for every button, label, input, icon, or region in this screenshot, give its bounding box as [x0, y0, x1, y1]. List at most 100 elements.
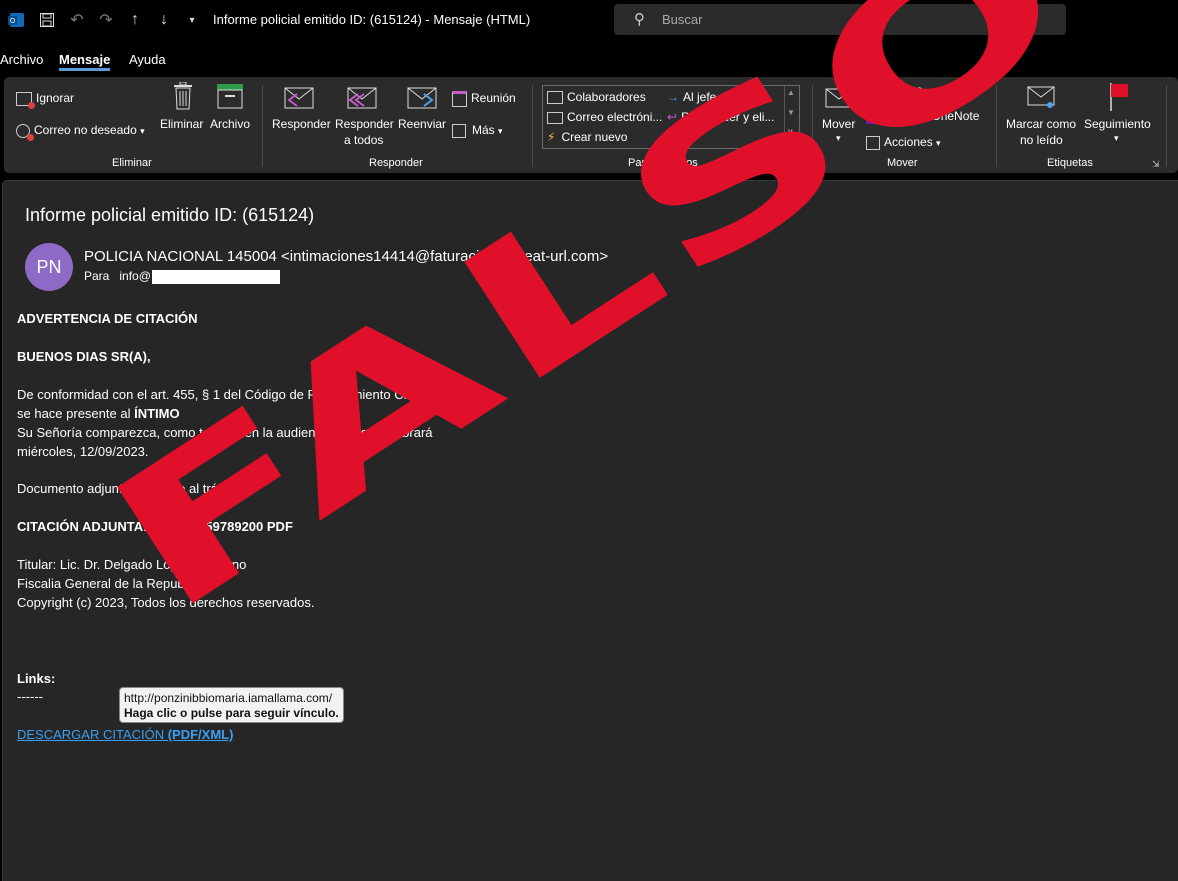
dialog-launcher-icon[interactable]: ⇲ — [1152, 159, 1160, 170]
body-text: De conformidad con el art. 455, § 1 del … — [17, 387, 419, 402]
quick-step-colaboradores[interactable]: Colaboradores — [547, 90, 646, 105]
download-link-text: DESCARGAR CITACIÓN — [17, 727, 168, 742]
quick-step-responder-eliminar[interactable]: ↩ Responder y eli... — [667, 110, 774, 124]
quick-step-al-jefe[interactable]: → Al jefe — [667, 90, 716, 104]
meeting-label: Reunión — [471, 91, 516, 106]
chevron-down-icon[interactable]: ▾ — [836, 133, 841, 144]
divider — [262, 85, 263, 167]
delete-button[interactable]: Eliminar — [160, 117, 203, 131]
quick-step-label: Al jefe — [683, 90, 717, 104]
tab-mensaje[interactable]: Mensaje — [59, 52, 111, 71]
body-heading: ADVERTENCIA DE CITACIÓN — [17, 311, 198, 326]
chevron-down-icon: ▾ — [140, 126, 145, 136]
onenote-button[interactable]: N Enviar a OneNote — [866, 109, 979, 124]
flag-icon[interactable] — [1108, 83, 1130, 114]
quick-step-label: Responder y eli... — [681, 110, 775, 124]
move-button[interactable]: Mover — [822, 117, 855, 131]
arrow-down-icon[interactable]: ↓ — [153, 9, 175, 31]
rules-button[interactable]: Reglas ▾ — [866, 83, 930, 98]
delete-icon[interactable] — [172, 81, 194, 113]
body-text: Su Señoría comparezca, como testigo, en … — [17, 425, 433, 440]
move-icon[interactable] — [824, 81, 854, 112]
link-tooltip: http://ponzinibbiomaria.iamallama.com/ H… — [119, 687, 344, 723]
redo-icon[interactable]: ↷ — [95, 9, 117, 31]
search-box[interactable]: ⚲ Buscar — [614, 4, 1066, 35]
group-mover: Mover — [887, 157, 918, 169]
junk-mail-button[interactable]: Correo no deseado ▾ — [16, 123, 145, 141]
reply-arrow-icon: ↩ — [667, 110, 678, 124]
chevron-down-icon: ▾ — [498, 126, 503, 136]
ignore-button[interactable]: Ignorar — [16, 91, 74, 109]
dialog-launcher-icon[interactable]: ⇲ — [798, 159, 806, 170]
chevron-down-icon[interactable]: ▾ — [1114, 133, 1119, 144]
junk-user-icon — [16, 123, 34, 141]
quick-step-label: Colaboradores — [567, 90, 646, 104]
avatar[interactable]: PN — [25, 243, 73, 291]
download-link-format: (PDF/XML) — [167, 727, 234, 742]
window-title: Informe policial emitido ID: (615124) - … — [213, 12, 531, 27]
meeting-button[interactable]: Reunión — [452, 91, 516, 107]
quick-step-correo[interactable]: Correo electróni... — [547, 110, 662, 124]
arrow-right-icon: → — [667, 90, 679, 104]
message-subject: Informe policial emitido ID: (615124) — [25, 205, 315, 225]
group-etiquetas: Etiquetas — [1047, 157, 1093, 169]
forward-button[interactable]: Reenviar — [398, 117, 446, 131]
actions-icon — [866, 135, 880, 150]
menu-tabs: Archivo Mensaje Ayuda — [0, 46, 1178, 74]
sender[interactable]: POLICIA NACIONAL 145004 <intimaciones144… — [84, 248, 608, 265]
body-links-heading: Links: — [17, 671, 56, 686]
title-bar: O ↶ ↷ ↑ ↓ ▾ Informe policial emitido ID:… — [0, 0, 1178, 42]
quick-steps-gallery: Colaboradores → Al jefe Correo electróni.… — [542, 85, 800, 149]
save-icon[interactable] — [36, 9, 58, 31]
tooltip-hint: Haga clic o pulse para seguir vínculo. — [124, 706, 339, 720]
quick-step-label: Crear nuevo — [561, 130, 628, 144]
calendar-icon — [452, 91, 467, 107]
arrow-up-icon[interactable]: ↑ — [124, 9, 146, 31]
ribbon: Ignorar Correo no deseado ▾ Eliminar Arc… — [4, 77, 1178, 173]
group-eliminar: Eliminar — [112, 157, 152, 169]
mail-icon — [547, 111, 563, 124]
scroll-down-icon[interactable]: ▼ — [787, 108, 795, 117]
body-date: miércoles, 12/09/2023. — [17, 444, 149, 459]
to-value[interactable]: info@ — [119, 269, 151, 283]
archive-button[interactable]: Archivo — [210, 117, 250, 131]
search-icon: ⚲ — [634, 11, 645, 28]
ignore-icon — [16, 91, 35, 109]
download-link[interactable]: DESCARGAR CITACIÓN (PDF/XML) — [17, 727, 233, 742]
mark-unread-label-2: no leído — [1020, 133, 1063, 147]
body-greeting: BUENOS DIAS SR(A), — [17, 349, 151, 364]
tab-archivo[interactable]: Archivo — [0, 52, 43, 67]
reply-button[interactable]: Responder — [272, 117, 331, 131]
forward-icon[interactable] — [406, 86, 438, 113]
actions-label: Acciones — [884, 135, 933, 149]
more-button[interactable]: Más ▾ — [452, 123, 503, 138]
team-mail-icon — [547, 91, 563, 105]
reply-all-icon[interactable] — [346, 86, 378, 113]
mark-unread-label-1: Marcar como — [1006, 117, 1077, 131]
expand-gallery-icon[interactable]: ⊻ — [787, 128, 794, 139]
customize-toolbar-icon[interactable]: ▾ — [181, 9, 203, 31]
mark-unread-icon[interactable] — [1026, 85, 1056, 112]
actions-button[interactable]: Acciones ▾ — [866, 135, 941, 150]
lightning-icon: ⚡ — [547, 130, 556, 144]
undo-icon[interactable]: ↶ — [66, 9, 88, 31]
archive-icon[interactable] — [216, 83, 244, 112]
quick-steps-scrollbar[interactable]: ▲ ▼ ⊻ — [784, 86, 799, 148]
reply-all-label-2: a todos — [344, 133, 384, 147]
mark-unread-button[interactable]: Marcar como — [1006, 117, 1076, 131]
redaction-bar — [151, 269, 280, 284]
body-text-part: se hace presente al — [17, 406, 135, 421]
chevron-down-icon: ▾ — [936, 138, 941, 148]
follow-up-button[interactable]: Seguimiento — [1084, 117, 1151, 131]
body-text: se hace presente al ÍNTIMO — [17, 406, 180, 421]
reply-icon[interactable] — [283, 86, 315, 113]
onenote-label: Enviar a OneNote — [884, 109, 980, 123]
group-responder: Responder — [369, 157, 423, 169]
scroll-up-icon[interactable]: ▲ — [787, 88, 795, 97]
chevron-down-icon: ▾ — [925, 86, 931, 96]
quick-step-crear-nuevo[interactable]: ⚡ Crear nuevo — [547, 130, 627, 144]
reply-all-button[interactable]: Responder — [335, 117, 394, 131]
outlook-logo-icon: O — [6, 9, 28, 31]
tab-ayuda[interactable]: Ayuda — [129, 52, 166, 67]
reading-pane: Informe policial emitido ID: (615124) PN… — [2, 180, 1178, 881]
